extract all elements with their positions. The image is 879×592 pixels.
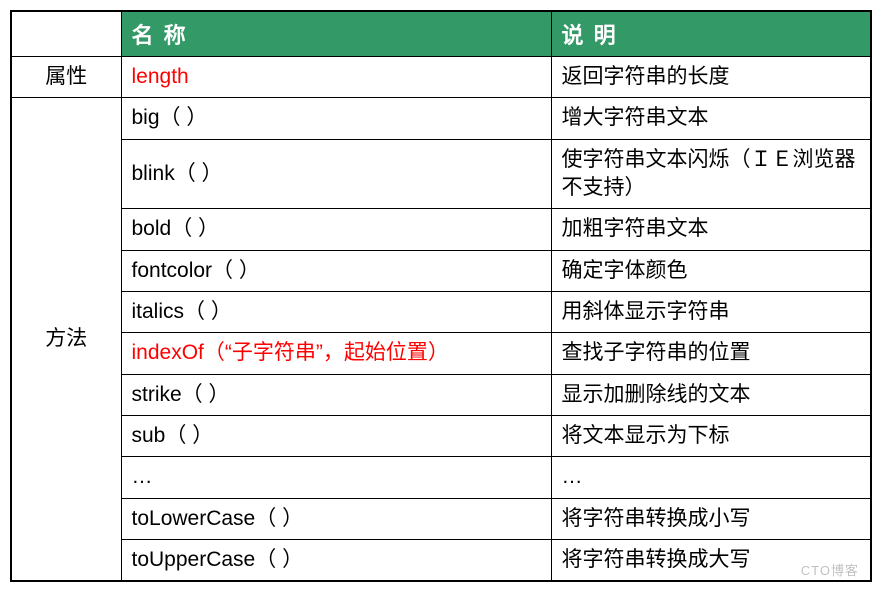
cell-indexof-name: indexOf（“子字符串”，起始位置） [121,333,551,374]
header-blank [11,11,121,57]
table-row: blink（ ） 使字符串文本闪烁（ＩＥ浏览器不支持） [11,139,871,209]
table-row: bold（ ） 加粗字符串文本 [11,209,871,250]
header-name: 名 称 [121,11,551,57]
cell-strike-desc: 显示加删除线的文本 [551,374,871,415]
cell-big-name: big（ ） [121,98,551,139]
cell-blink-name: blink（ ） [121,139,551,209]
cell-tolower-name: toLowerCase（ ） [121,498,551,539]
cell-blink-desc: 使字符串文本闪烁（ＩＥ浏览器不支持） [551,139,871,209]
cell-tolower-desc: 将字符串转换成小写 [551,498,871,539]
table-row: … … [11,457,871,498]
cell-italics-desc: 用斜体显示字符串 [551,292,871,333]
table-row: toLowerCase（ ） 将字符串转换成小写 [11,498,871,539]
cell-big-desc: 增大字符串文本 [551,98,871,139]
table-row: 属性 length 返回字符串的长度 [11,57,871,98]
header-row: 名 称 说 明 [11,11,871,57]
string-methods-table: 名 称 说 明 属性 length 返回字符串的长度 方法 big（ ） 增大字… [10,10,872,582]
cell-sub-desc: 将文本显示为下标 [551,416,871,457]
header-desc: 说 明 [551,11,871,57]
cell-bold-name: bold（ ） [121,209,551,250]
table-row: sub（ ） 将文本显示为下标 [11,416,871,457]
cell-ellipsis-desc: … [551,457,871,498]
cell-toupper-name: toUpperCase（ ） [121,540,551,582]
table-row: strike（ ） 显示加删除线的文本 [11,374,871,415]
watermark: CTO博客 [801,560,859,579]
cell-strike-name: strike（ ） [121,374,551,415]
cell-ellipsis-name: … [121,457,551,498]
table-row: italics（ ） 用斜体显示字符串 [11,292,871,333]
table-row: indexOf（“子字符串”，起始位置） 查找子字符串的位置 [11,333,871,374]
group-property: 属性 [11,57,121,98]
cell-sub-name: sub（ ） [121,416,551,457]
cell-length-name: length [121,57,551,98]
table-row: fontcolor（ ） 确定字体颜色 [11,250,871,291]
cell-length-desc: 返回字符串的长度 [551,57,871,98]
group-method: 方法 [11,98,121,582]
cell-fontcolor-name: fontcolor（ ） [121,250,551,291]
cell-indexof-desc: 查找子字符串的位置 [551,333,871,374]
cell-fontcolor-desc: 确定字体颜色 [551,250,871,291]
table-row: 方法 big（ ） 增大字符串文本 [11,98,871,139]
cell-italics-name: italics（ ） [121,292,551,333]
table-row: toUpperCase（ ） 将字符串转换成大写 [11,540,871,582]
cell-bold-desc: 加粗字符串文本 [551,209,871,250]
